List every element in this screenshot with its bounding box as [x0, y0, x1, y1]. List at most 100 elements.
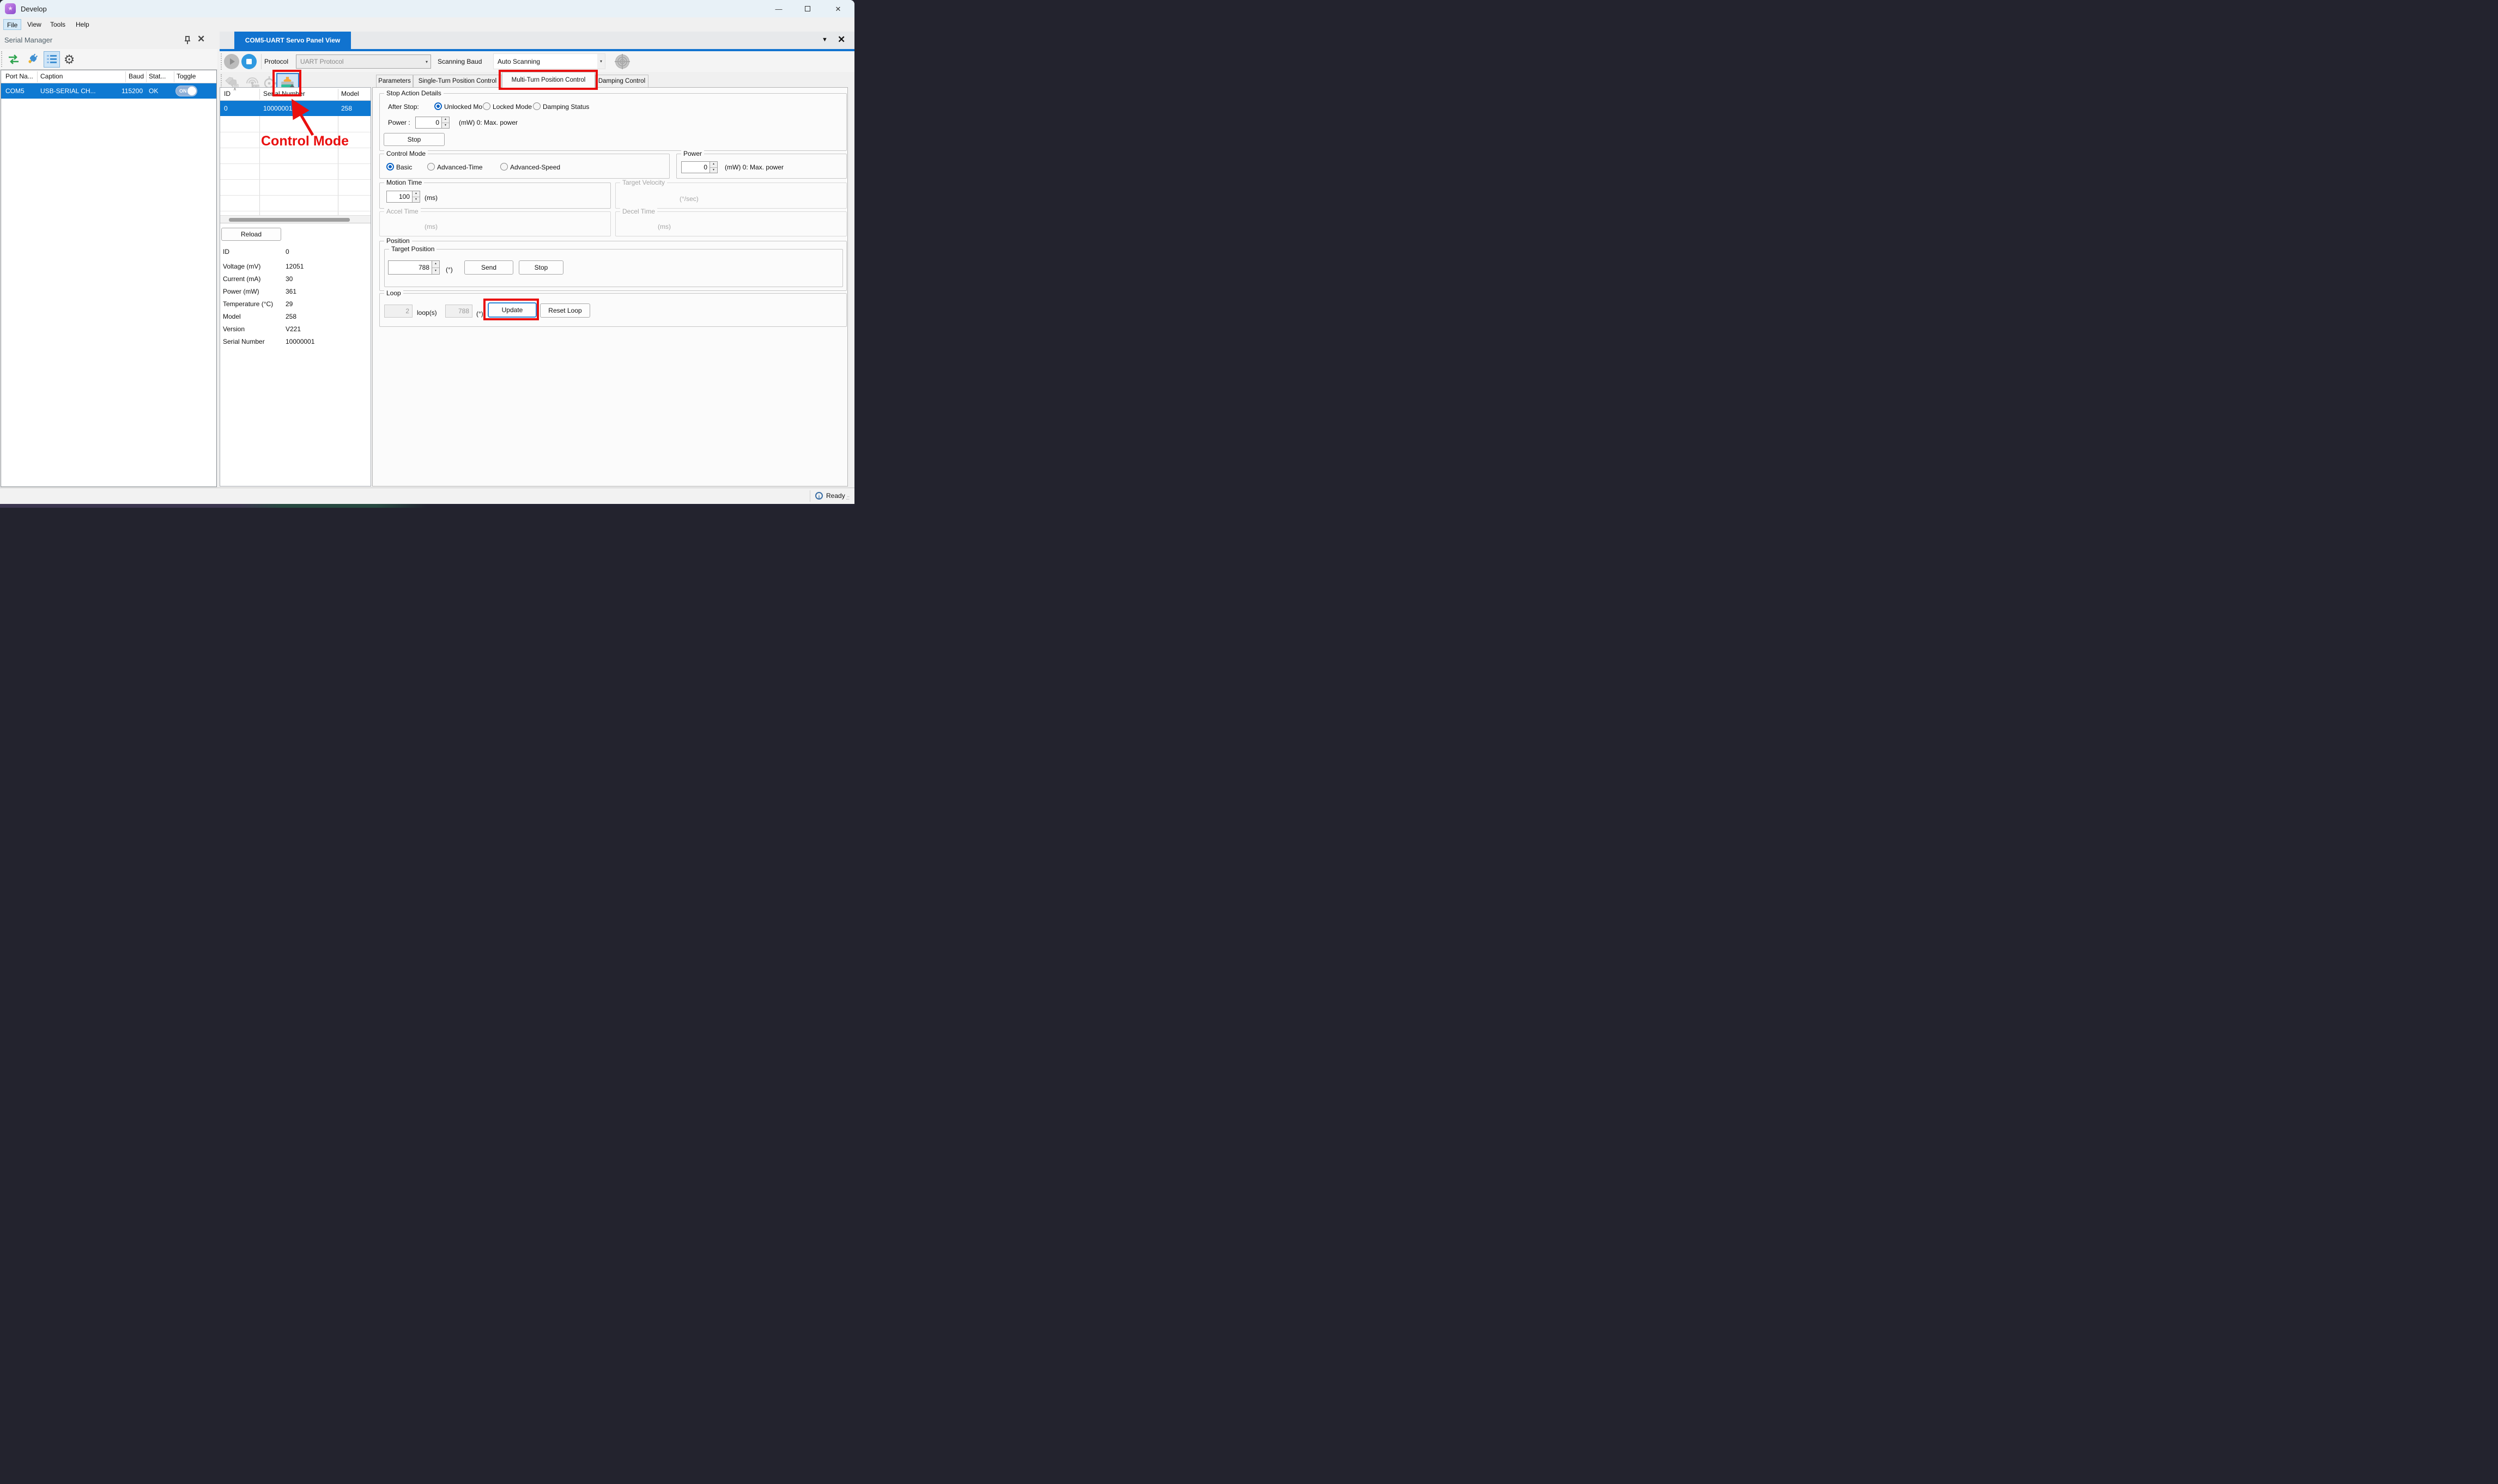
target-position-value[interactable]: 788	[388, 260, 432, 275]
col-toggle[interactable]: Toggle	[177, 72, 196, 80]
radio-advanced-time-label[interactable]: Advanced-Time	[437, 163, 483, 171]
reset-loop-button[interactable]: Reset Loop	[540, 303, 590, 318]
spin-up-icon[interactable]: ▲	[442, 117, 449, 123]
radio-advanced-speed-label[interactable]: Advanced-Speed	[510, 163, 560, 171]
target-position-spinbox[interactable]: 788 ▲▼	[388, 260, 440, 275]
annotation-arrow	[286, 98, 324, 139]
radio-unlocked-label[interactable]: Unlocked Mo	[444, 103, 482, 111]
decel-time-legend: Decel Time	[620, 208, 657, 215]
stop-action-stop-button[interactable]: Stop	[384, 133, 445, 146]
radio-locked-mode[interactable]	[483, 102, 490, 110]
tab-parameters[interactable]: Parameters	[376, 75, 413, 88]
stop-power-spinbox[interactable]: 0 ▲▼	[415, 117, 450, 129]
status-bar: i Ready .::	[0, 488, 854, 504]
tab-damping[interactable]: Damping Control	[595, 75, 648, 88]
position-stop-button[interactable]: Stop	[519, 260, 563, 275]
serial-port-row[interactable]: COM5 USB-SERIAL CH... 115200 OK ON	[1, 83, 216, 99]
menu-view[interactable]: View	[24, 19, 45, 30]
detail-value: 361	[286, 288, 296, 295]
settings-gear-icon[interactable]: ⚙	[61, 51, 77, 68]
spin-down-icon[interactable]: ▼	[442, 123, 449, 129]
spin-up-icon[interactable]: ▲	[432, 261, 439, 268]
power-value[interactable]: 0	[681, 161, 710, 173]
port-list-icon[interactable]	[44, 51, 60, 68]
serial-toolbar: ⚙	[0, 49, 217, 70]
device-table-hscrollbar[interactable]	[220, 215, 371, 223]
spin-down-icon[interactable]: ▼	[710, 168, 717, 173]
col-id[interactable]: ID	[224, 90, 231, 98]
target-velocity-unit: (°/sec)	[680, 195, 699, 203]
window-title: Develop	[21, 5, 47, 13]
loop-angle-field: 788	[445, 305, 472, 318]
send-button[interactable]: Send	[464, 260, 513, 275]
protocol-value: UART Protocol	[300, 58, 344, 65]
scan-target-icon[interactable]	[614, 53, 631, 70]
motion-time-spinbox[interactable]: 100 ▲▼	[386, 191, 420, 203]
protocol-combobox[interactable]: UART Protocol ▾	[296, 54, 431, 69]
scan-stop-icon[interactable]	[241, 54, 257, 69]
power-legend: Power	[681, 150, 704, 157]
device-id-cell: 0	[224, 105, 228, 112]
chevron-down-icon: ▾	[423, 59, 431, 64]
serial-port-table: Port Na... Caption Baud Stat... Toggle C…	[1, 70, 217, 487]
menu-tools[interactable]: Tools	[47, 19, 69, 30]
col-model[interactable]: Model	[341, 90, 359, 98]
tab-single-turn[interactable]: Single-Turn Position Control	[413, 75, 502, 88]
motion-time-value[interactable]: 100	[386, 191, 412, 203]
spin-up-icon[interactable]: ▲	[710, 162, 717, 168]
menu-file[interactable]: File	[3, 19, 21, 30]
reload-button[interactable]: Reload	[221, 228, 281, 241]
refresh-ports-icon[interactable]	[5, 51, 22, 68]
toggle-knob	[187, 87, 196, 95]
minimize-button[interactable]: —	[771, 4, 787, 14]
menu-help[interactable]: Help	[72, 19, 93, 30]
spin-down-icon[interactable]: ▼	[413, 197, 420, 203]
port-toggle-switch[interactable]: ON	[175, 86, 197, 96]
target-velocity-group: Target Velocity (°/sec)	[615, 183, 847, 209]
resize-grip[interactable]: .::	[846, 495, 849, 501]
radio-damping-status[interactable]	[533, 102, 541, 110]
radio-advanced-time[interactable]	[427, 163, 435, 171]
pin-icon[interactable]	[183, 35, 192, 45]
power-spinbox[interactable]: 0 ▲▼	[681, 161, 718, 173]
loop-count-field: 2	[384, 305, 413, 318]
servo-panel-close-icon[interactable]: ✕	[838, 34, 845, 45]
power-group: Power 0 ▲▼ (mW) 0: Max. power	[676, 154, 847, 179]
menubar: File View Tools Help	[0, 17, 854, 32]
target-position-group: Target Position 788 ▲▼ (°) Send Stop	[384, 249, 843, 287]
spin-down-icon[interactable]: ▼	[432, 268, 439, 275]
serial-manager-header: Serial Manager ✕	[0, 32, 217, 49]
radio-advanced-speed[interactable]	[500, 163, 508, 171]
col-caption[interactable]: Caption	[40, 72, 63, 80]
close-button[interactable]: ✕	[830, 4, 846, 14]
radio-locked-label[interactable]: Locked Mode	[493, 103, 532, 111]
scanning-baud-combobox[interactable]: Auto Scanning ▾	[493, 53, 605, 69]
after-stop-label: After Stop:	[388, 103, 419, 111]
app-window: ★ Develop — ✕ File View Tools Help Seria…	[0, 0, 854, 508]
power-unit: (mW) 0: Max. power	[725, 163, 784, 171]
annotation-box-control-mode-icon	[272, 70, 301, 96]
radio-unlocked-mode[interactable]	[434, 102, 442, 110]
servo-panel-tab[interactable]: COM5-UART Servo Panel View	[234, 32, 351, 49]
detail-label: Model	[223, 313, 241, 320]
stop-power-value[interactable]: 0	[415, 117, 441, 129]
desktop-edge	[0, 504, 854, 508]
col-status[interactable]: Stat...	[149, 72, 166, 80]
panel-dropdown-icon[interactable]: ▼	[822, 37, 828, 43]
motion-time-group: Motion Time 100 ▲▼ (ms)	[379, 183, 611, 209]
radio-basic[interactable]	[386, 163, 394, 171]
scan-play-icon[interactable]	[224, 54, 239, 69]
radio-damping-label[interactable]: Damping Status	[543, 103, 589, 111]
col-baud[interactable]: Baud	[129, 72, 144, 80]
motion-time-legend: Motion Time	[384, 179, 424, 186]
panel-close-icon[interactable]: ✕	[197, 34, 205, 45]
connect-plug-icon[interactable]	[25, 51, 41, 68]
toolbar-grip[interactable]	[221, 53, 222, 70]
scrollbar-thumb[interactable]	[229, 218, 350, 222]
maximize-button[interactable]	[799, 4, 816, 14]
toolbar-grip[interactable]	[1, 51, 2, 67]
detail-value: 10000001	[286, 338, 314, 345]
col-port-name[interactable]: Port Na...	[5, 72, 33, 80]
radio-basic-label[interactable]: Basic	[396, 163, 412, 171]
spin-up-icon[interactable]: ▲	[413, 191, 420, 197]
